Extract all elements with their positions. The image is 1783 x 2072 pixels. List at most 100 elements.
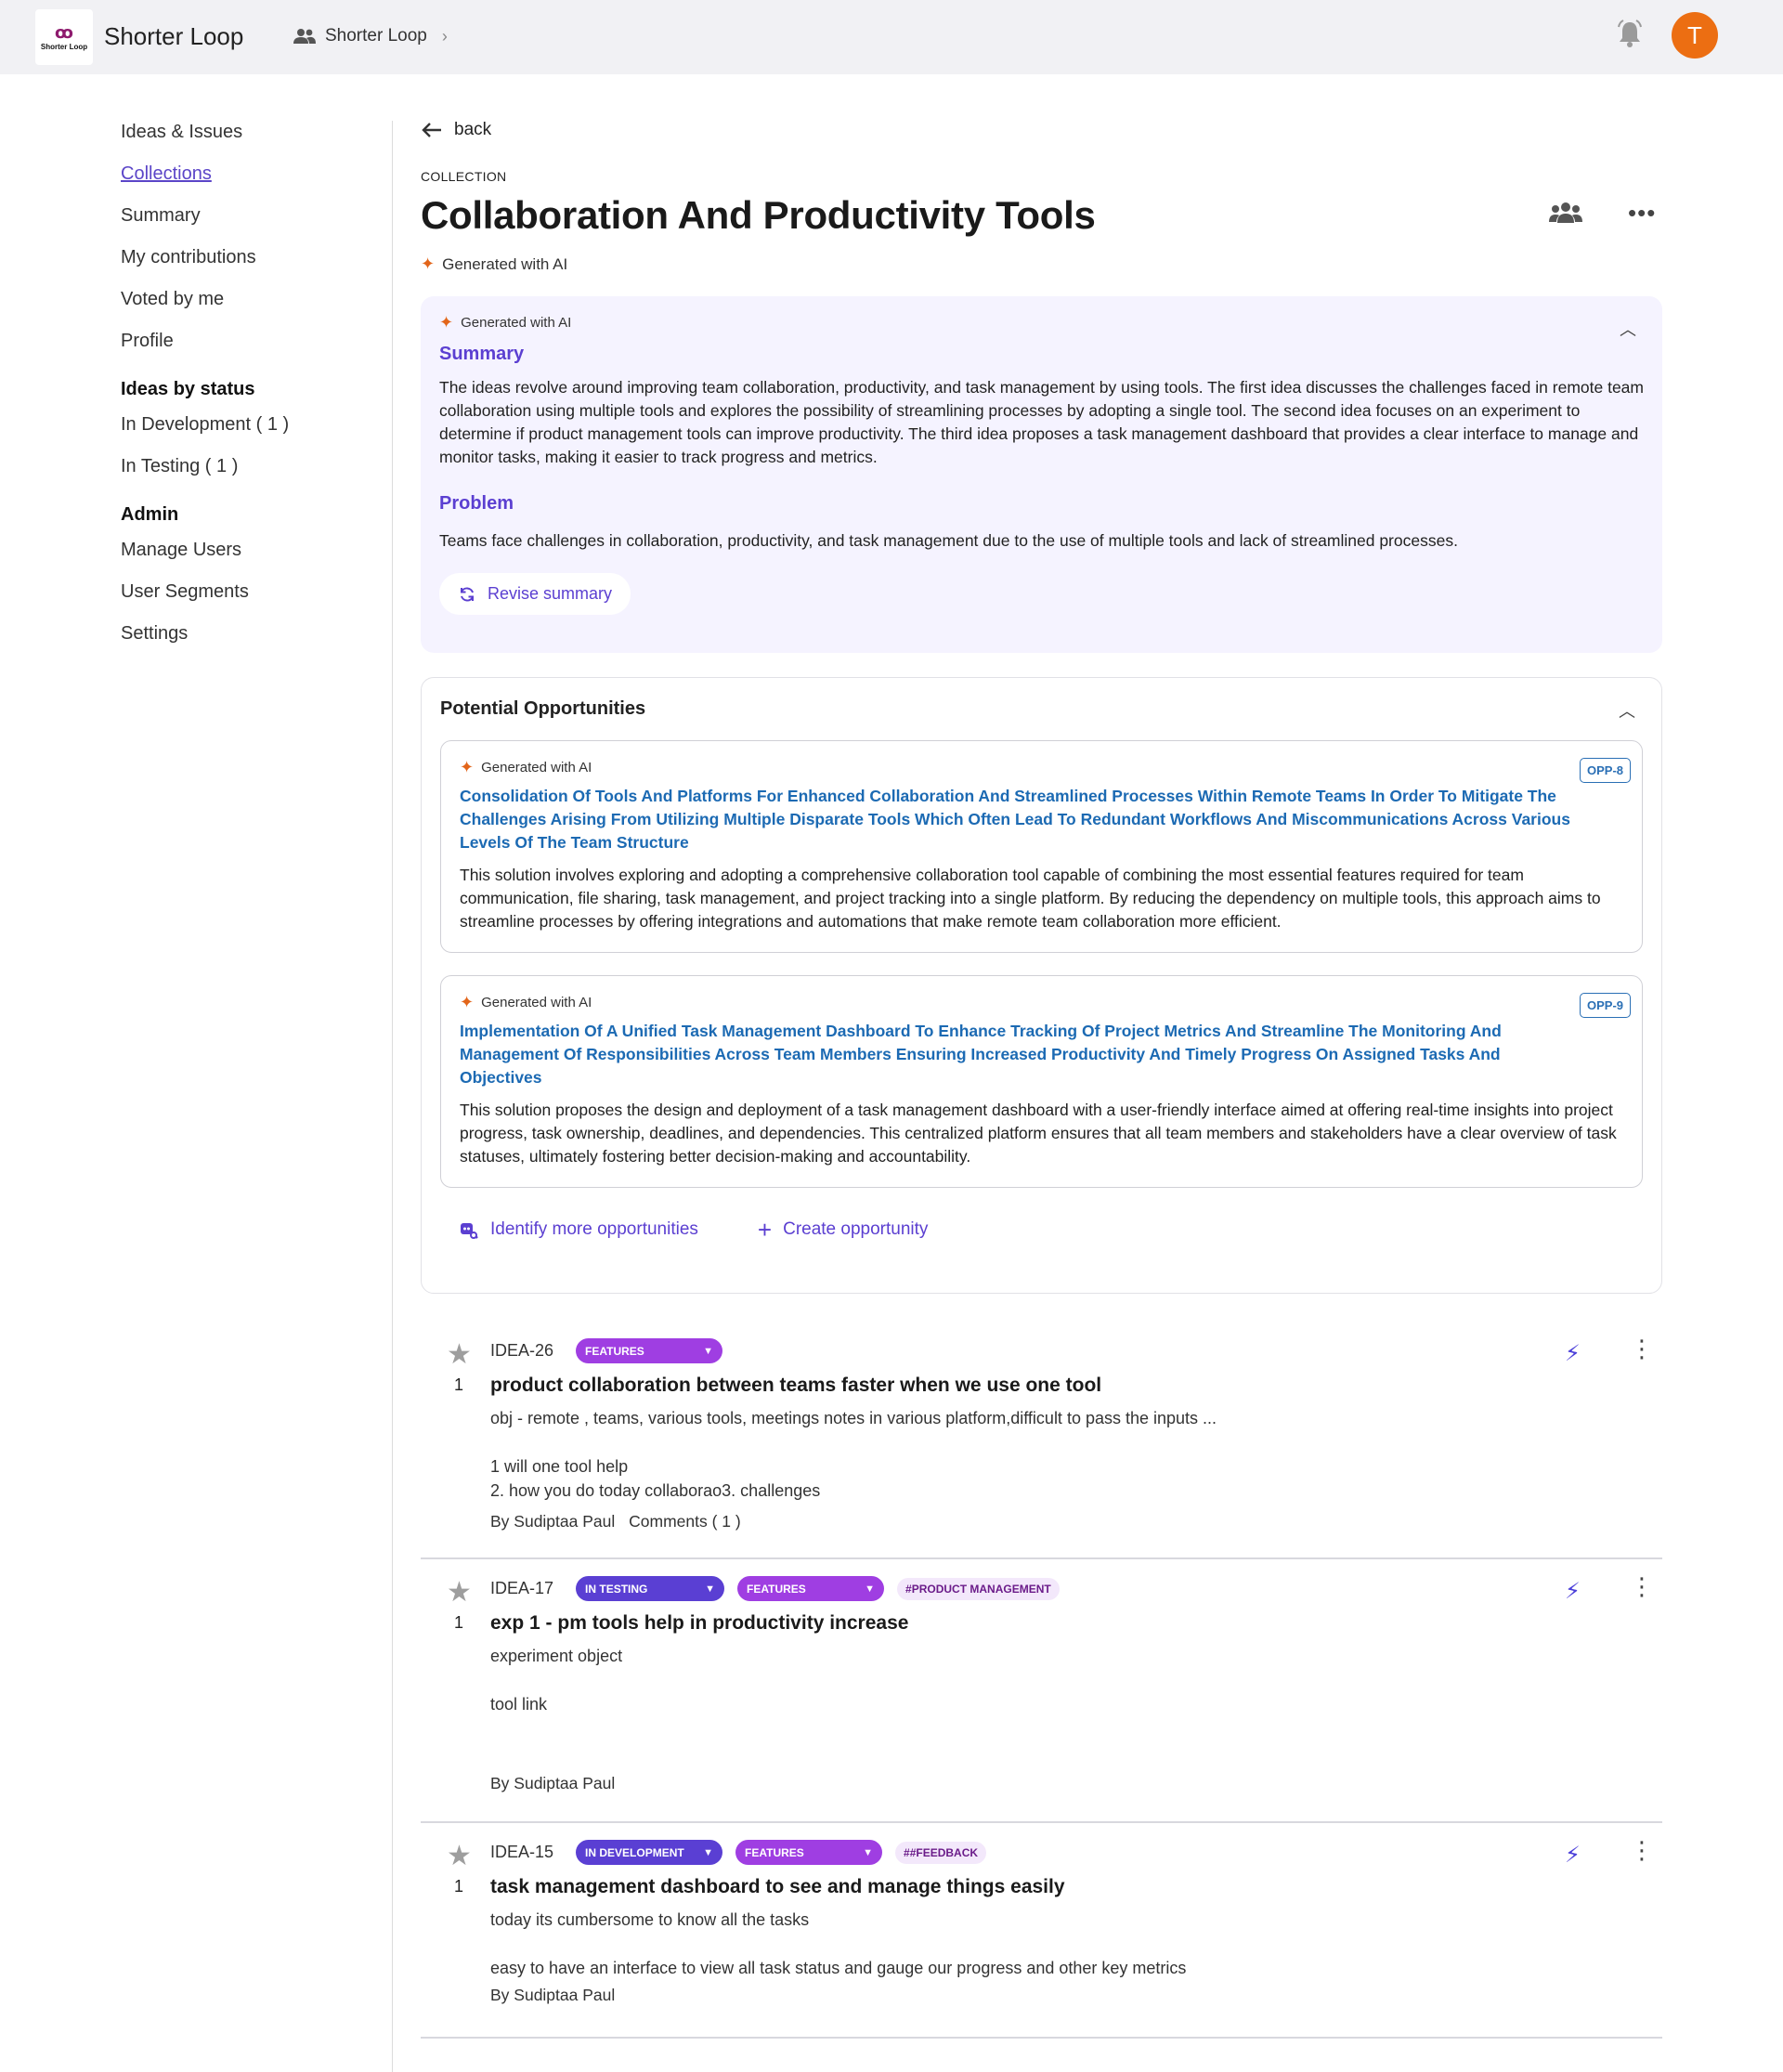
user-avatar[interactable]: T <box>1672 12 1718 59</box>
hashtag-chip[interactable]: #PRODUCT MANAGEMENT <box>897 1577 1060 1600</box>
chevron-up-icon[interactable]: ︿ <box>1620 317 1636 341</box>
idea-meta: IDEA-26 FEATURES ▼ <box>490 1322 1662 1363</box>
summary-card: ✦ Generated with AI ︿ Summary The ideas … <box>421 296 1662 653</box>
caret-down-icon: ▼ <box>705 1583 716 1595</box>
opportunity-actions: Identify more opportunities + Create opp… <box>440 1216 1643 1244</box>
sparkle-icon: ✦ <box>439 313 454 332</box>
features-tag-dropdown[interactable]: FEATURES ▼ <box>737 1576 885 1601</box>
sparkle-icon: ✦ <box>460 993 475 1011</box>
opportunity-card[interactable]: ✦ Generated with AI OPP-9 Implementation… <box>440 975 1643 1188</box>
lightning-icon[interactable]: ⚡ <box>1565 1842 1581 1869</box>
opportunity-ai-label: ✦ Generated with AI <box>460 758 1623 777</box>
idea-author: By Sudiptaa Paul <box>490 1986 616 2004</box>
sidebar-item-settings[interactable]: Settings <box>121 618 381 659</box>
sidebar-heading-admin: Admin <box>121 504 179 525</box>
back-label: back <box>454 120 492 139</box>
idea-row[interactable]: ★ 1 ⚡ ⋮ IDEA-15 IN DEVELOPMENT ▼ FEATURES… <box>421 1823 1662 2039</box>
lightning-icon[interactable]: ⚡ <box>1565 1578 1581 1605</box>
logo-mark-icon: ꝏ <box>55 22 73 42</box>
sidebar-item-in-development[interactable]: In Development ( 1 ) <box>121 409 381 450</box>
breadcrumb[interactable]: Shorter Loop › <box>293 26 448 46</box>
revise-summary-label: Revise summary <box>488 584 613 603</box>
opportunity-card[interactable]: ✦ Generated with AI OPP-8 Consolidation … <box>440 740 1643 953</box>
idea-description: 2. how you do today collaborao3. challen… <box>490 1481 821 1500</box>
identify-opportunities-button[interactable]: Identify more opportunities <box>459 1219 698 1240</box>
page-title: Collaboration And Productivity Tools <box>421 193 1096 237</box>
chevron-up-icon[interactable]: ︿ <box>1619 698 1635 723</box>
opportunity-description: This solution involves exploring and ado… <box>460 866 1601 931</box>
vote-star-icon[interactable]: ★ <box>447 1840 472 1872</box>
app-logo[interactable]: ꝏ Shorter Loop <box>35 9 93 65</box>
vote-star-icon[interactable]: ★ <box>447 1338 472 1371</box>
revise-summary-button[interactable]: Revise summary <box>439 573 631 615</box>
idea-title[interactable]: task management dashboard to see and man… <box>490 1876 1662 1898</box>
status-tag-dropdown[interactable]: IN DEVELOPMENT ▼ <box>576 1840 723 1865</box>
idea-row[interactable]: ★ 1 ⚡ ⋮ IDEA-17 IN TESTING ▼ FEATURES ▼ #P… <box>421 1559 1662 1823</box>
sidebar-item-voted-by-me[interactable]: Voted by me <box>121 283 381 325</box>
more-vertical-icon[interactable]: ⋮ <box>1630 1336 1654 1361</box>
vote-star-icon[interactable]: ★ <box>447 1576 472 1609</box>
sidebar-divider <box>392 121 393 2072</box>
summary-text: The ideas revolve around improving team … <box>439 378 1644 466</box>
caret-down-icon: ▼ <box>703 1345 714 1357</box>
opportunity-title-link[interactable]: Implementation Of A Unified Task Managem… <box>460 1020 1623 1089</box>
idea-title[interactable]: product collaboration between teams fast… <box>490 1375 1662 1397</box>
sparkle-icon: ✦ <box>460 758 475 776</box>
create-opportunity-label: Create opportunity <box>783 1219 929 1239</box>
idea-body: IDEA-26 FEATURES ▼ product collaboration … <box>490 1322 1662 1548</box>
more-vertical-icon[interactable]: ⋮ <box>1630 1574 1654 1598</box>
tag-label: FEATURES <box>585 1344 644 1358</box>
notification-bell-icon[interactable] <box>1616 19 1644 48</box>
idea-description: 1 will one tool help <box>490 1457 629 1476</box>
caret-down-icon: ▼ <box>863 1846 874 1858</box>
opportunity-ai-text: Generated with AI <box>481 760 592 775</box>
people-icon <box>293 29 316 44</box>
idea-title[interactable]: exp 1 - pm tools help in productivity in… <box>490 1612 1662 1635</box>
tag-label: IN DEVELOPMENT <box>585 1845 684 1859</box>
vote-count: 1 <box>454 1613 464 1632</box>
comments-link[interactable]: Comments ( 1 ) <box>629 1512 741 1531</box>
idea-description: obj - remote , teams, various tools, mee… <box>490 1409 1217 1427</box>
idea-author: By Sudiptaa Paul <box>490 1512 616 1531</box>
sidebar-item-ideas-issues[interactable]: Ideas & Issues <box>121 116 381 158</box>
sidebar-item-manage-users[interactable]: Manage Users <box>121 534 381 576</box>
sidebar-item-collections[interactable]: Collections <box>121 158 381 200</box>
more-vertical-icon[interactable]: ⋮ <box>1630 1838 1654 1862</box>
summary-heading: Summary <box>439 344 525 364</box>
idea-row[interactable]: ★ 1 ⚡ ⋮ IDEA-26 FEATURES ▼ product collab… <box>421 1322 1662 1559</box>
tag-label: FEATURES <box>745 1845 804 1859</box>
summary-ai-text: Generated with AI <box>461 315 572 331</box>
sidebar-item-in-testing[interactable]: In Testing ( 1 ) <box>121 450 381 492</box>
sidebar-item-summary[interactable]: Summary <box>121 200 381 241</box>
sidebar-item-my-contributions[interactable]: My contributions <box>121 241 381 283</box>
sparkle-icon: ✦ <box>421 254 436 273</box>
main-content: back COLLECTION Collaboration And Produc… <box>421 111 1662 2039</box>
opportunity-ai-label: ✦ Generated with AI <box>460 993 1623 1012</box>
sidebar-item-profile[interactable]: Profile <box>121 325 381 367</box>
status-tag-dropdown[interactable]: IN TESTING ▼ <box>576 1576 725 1601</box>
features-tag-dropdown[interactable]: FEATURES ▼ <box>576 1338 723 1363</box>
ai-generated-label: ✦ Generated with AI <box>421 254 1662 274</box>
ai-label-text: Generated with AI <box>442 254 568 273</box>
summary-ai-label: ✦ Generated with AI <box>439 313 1644 332</box>
opportunities-section: Potential Opportunities ︿ ✦ Generated wi… <box>421 677 1662 1294</box>
idea-description: today its cumbersome to know all the tas… <box>490 1910 810 1929</box>
team-icon[interactable] <box>1549 201 1582 225</box>
idea-key: IDEA-15 <box>490 1843 554 1861</box>
hashtag-chip[interactable]: ##FEEDBACK <box>895 1841 987 1864</box>
idea-body: IDEA-17 IN TESTING ▼ FEATURES ▼ #PRODUCT M… <box>490 1559 1662 1810</box>
back-button[interactable]: back <box>421 111 1662 149</box>
create-opportunity-button[interactable]: + Create opportunity <box>757 1216 929 1244</box>
breadcrumb-label: Shorter Loop <box>325 26 427 46</box>
features-tag-dropdown[interactable]: FEATURES ▼ <box>735 1840 883 1865</box>
arrow-left-icon <box>422 123 441 137</box>
more-options-icon[interactable]: ••• <box>1628 199 1656 228</box>
idea-author-row: By Sudiptaa Paul Comments ( 1 ) <box>490 1512 1662 1548</box>
idea-body: IDEA-15 IN DEVELOPMENT ▼ FEATURES ▼ ##FEED… <box>490 1823 1662 2022</box>
plus-icon: + <box>757 1216 773 1244</box>
sidebar-item-user-segments[interactable]: User Segments <box>121 576 381 618</box>
opportunity-title-link[interactable]: Consolidation Of Tools And Platforms For… <box>460 785 1623 854</box>
lightning-icon[interactable]: ⚡ <box>1565 1340 1581 1367</box>
chevron-right-icon: › <box>441 26 448 46</box>
title-row: Collaboration And Productivity Tools ••• <box>421 193 1662 249</box>
